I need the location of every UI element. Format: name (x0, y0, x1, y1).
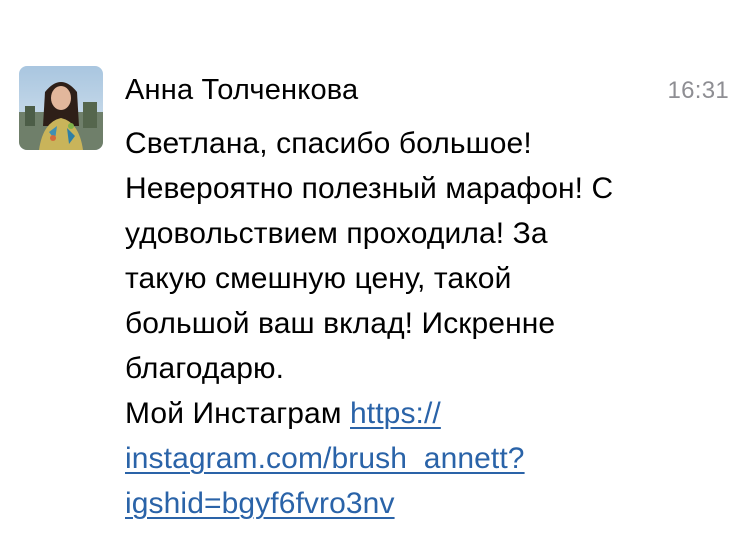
previous-message-fragment (198, 0, 224, 2)
message-line: Невероятно полезный марафон! С (125, 172, 614, 205)
link-prefix-text: Мой Инстаграм (125, 397, 342, 430)
sender-name[interactable]: Анна Толченкова (125, 70, 358, 110)
message-line: такую смешную цену, такой (125, 262, 512, 295)
message-line: благодарю. (125, 352, 285, 385)
message-timestamp: 16:31 (667, 77, 729, 104)
message-text: Светлана, спасибо большое! Невероятно по… (125, 121, 725, 526)
avatar[interactable] (19, 66, 103, 150)
message-line: удовольствием проходила! За (125, 217, 548, 250)
chat-screen: Анна Толченкова 16:31 Светлана, спасибо … (0, 0, 749, 556)
avatar-photo (19, 66, 103, 150)
message-line-with-link: Мой Инстаграм https:// (125, 391, 725, 436)
message-line-link: igshid=bgyf6fvro3nv (125, 481, 725, 526)
message-line-link: instagram.com/brush_annett? (125, 436, 725, 481)
instagram-link-part[interactable]: https:// (350, 397, 441, 430)
message-line: большой ваш вклад! Искренне (125, 307, 556, 340)
instagram-link-part[interactable]: instagram.com/brush_annett? (125, 442, 525, 475)
message-line: Светлана, спасибо большое! (125, 127, 532, 160)
instagram-link-part[interactable]: igshid=bgyf6fvro3nv (125, 487, 395, 520)
